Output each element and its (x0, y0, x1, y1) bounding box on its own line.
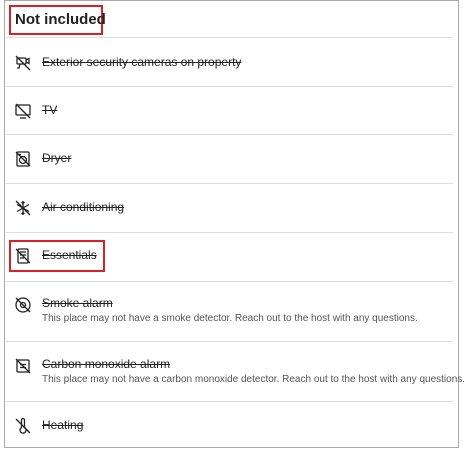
section-title: Not included (15, 11, 106, 28)
item-label: TV (42, 103, 58, 117)
divider (6, 401, 453, 402)
item-label: Air conditioning (42, 200, 125, 214)
list-item-smoke-alarm: Smoke alarm This place may not have a sm… (6, 294, 453, 330)
divider (6, 134, 453, 135)
item-description: This place may not have a carbon monoxid… (42, 374, 464, 385)
item-label: Essentials (42, 248, 97, 262)
divider (6, 232, 453, 233)
item-label: Carbon monoxide alarm (42, 357, 171, 371)
thermometer-off-icon (14, 417, 32, 435)
list-item-essentials: Essentials (6, 246, 453, 266)
item-description: This place may not have a smoke detector… (42, 313, 418, 324)
divider (6, 183, 453, 184)
smoke-alarm-off-icon (14, 296, 32, 314)
divider (6, 37, 453, 38)
list-item-air-conditioning: Air conditioning (6, 198, 453, 218)
snowflake-off-icon (14, 199, 32, 217)
tv-off-icon (14, 102, 32, 120)
list-item-exterior-security-cameras: Exterior security cameras on property (6, 53, 453, 73)
divider (6, 281, 453, 282)
camera-off-icon (14, 54, 32, 72)
co-alarm-off-icon (14, 357, 32, 375)
list-item-tv: TV (6, 101, 453, 121)
item-label: Dryer (42, 151, 72, 165)
list-item-heating: Heating (6, 416, 453, 436)
divider (6, 341, 453, 342)
essentials-off-icon (14, 247, 32, 265)
list-item-carbon-monoxide-alarm: Carbon monoxide alarm This place may not… (6, 355, 464, 391)
item-label: Exterior security cameras on property (42, 55, 242, 69)
divider (6, 86, 453, 87)
item-label: Smoke alarm (42, 296, 113, 310)
dryer-off-icon (14, 150, 32, 168)
list-item-dryer: Dryer (6, 149, 453, 169)
item-label: Heating (42, 418, 84, 432)
